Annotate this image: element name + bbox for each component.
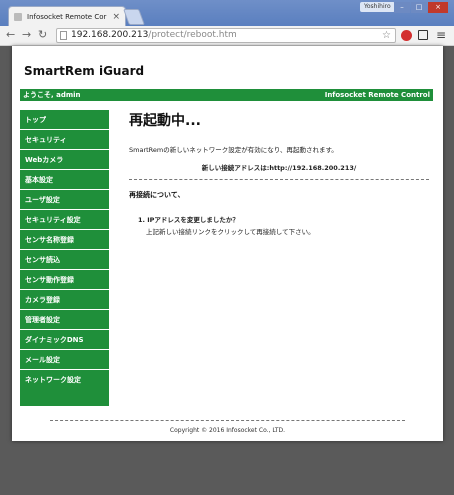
new-address: 新しい接続アドレスは:http://192.168.200.213/ bbox=[129, 162, 429, 172]
sidebar-item-sensor-actions[interactable]: センサ動作登録 bbox=[20, 270, 109, 290]
reboot-description: SmartRemの新しいネットワーク設定が有効になり、再起動されます。 bbox=[129, 146, 338, 154]
reload-icon[interactable]: ↻ bbox=[38, 28, 47, 41]
sidebar-item-camera-register[interactable]: カメラ登録 bbox=[20, 290, 109, 310]
sidebar-item-user-settings[interactable]: ユーザ設定 bbox=[20, 190, 109, 210]
url-path: /protect/reboot.htm bbox=[148, 30, 237, 40]
faq-question: 1. IPアドレスを変更しましたか？ bbox=[138, 216, 239, 224]
minimize-icon[interactable]: – bbox=[394, 2, 410, 13]
main-content: 再起動中... SmartRemの新しいネットワーク設定が有効になり、再起動され… bbox=[129, 110, 429, 236]
header-bar: ようこそ, admin Infosocket Remote Control bbox=[20, 89, 433, 101]
browser-titlebar: Infosocket Remote Cor × Yoshihiro – □ × bbox=[0, 0, 454, 26]
back-icon[interactable]: ← bbox=[6, 28, 15, 41]
browser-toolbar: ← → ↻ 192.168.200.213/protect/reboot.htm… bbox=[0, 26, 454, 46]
sidebar-item-network-settings[interactable]: ネットワーク設定 bbox=[20, 370, 109, 390]
menu-icon[interactable]: ≡ bbox=[436, 28, 446, 42]
forward-icon[interactable]: → bbox=[22, 28, 31, 41]
brand-title: SmartRem iGuard bbox=[24, 64, 145, 78]
new-address-label: 新しい接続アドレスは: bbox=[201, 164, 270, 172]
address-bar[interactable]: 192.168.200.213/protect/reboot.htm ☆ bbox=[56, 28, 396, 43]
browser-tab[interactable]: Infosocket Remote Cor × bbox=[8, 6, 126, 26]
favicon-icon bbox=[14, 13, 22, 21]
maximize-icon[interactable]: □ bbox=[411, 2, 427, 13]
tab-title: Infosocket Remote Cor bbox=[27, 13, 107, 21]
divider bbox=[129, 179, 429, 180]
web-page: SmartRem iGuard ようこそ, admin Infosocket R… bbox=[12, 46, 443, 441]
copyright: Copyright © 2016 Infosocket Co., LTD. bbox=[169, 427, 286, 434]
sidebar-nav: トップ セキュリティ Webカメラ 基本設定 ユーザ設定 セキュリティ設定 セン… bbox=[20, 110, 109, 406]
new-tab-button[interactable] bbox=[123, 9, 145, 25]
bookmark-star-icon[interactable]: ☆ bbox=[382, 29, 391, 42]
sidebar-item-security[interactable]: セキュリティ bbox=[20, 130, 109, 150]
sidebar-item-basic-settings[interactable]: 基本設定 bbox=[20, 170, 109, 190]
company-name: Infosocket Remote Control bbox=[324, 91, 430, 99]
new-address-link[interactable]: http://192.168.200.213/ bbox=[269, 164, 356, 172]
close-window-icon[interactable]: × bbox=[428, 2, 448, 13]
sidebar-item-mail-settings[interactable]: メール設定 bbox=[20, 350, 109, 370]
sidebar-item-security-settings[interactable]: セキュリティ設定 bbox=[20, 210, 109, 230]
reconnect-heading: 再接続について、 bbox=[129, 191, 185, 199]
sidebar-item-sensor-names[interactable]: センサ名称登録 bbox=[20, 230, 109, 250]
extension-icon[interactable] bbox=[401, 30, 412, 41]
url-host: 192.168.200.213 bbox=[71, 30, 149, 40]
sidebar-item-admin-settings[interactable]: 管理者設定 bbox=[20, 310, 109, 330]
sidebar-item-top[interactable]: トップ bbox=[20, 110, 109, 130]
footer-divider bbox=[50, 420, 405, 421]
window-user-badge[interactable]: Yoshihiro bbox=[360, 2, 395, 12]
faq-answer: 上記新しい接続リンクをクリックして再接続して下さい。 bbox=[146, 228, 315, 236]
page-icon bbox=[60, 31, 67, 40]
welcome-text: ようこそ, admin bbox=[23, 91, 81, 99]
page-title: 再起動中... bbox=[129, 113, 201, 129]
tab-close-icon[interactable]: × bbox=[112, 7, 120, 26]
window-controls: – □ × bbox=[393, 2, 448, 13]
sidebar-item-sensor-read[interactable]: センサ読込 bbox=[20, 250, 109, 270]
sidebar-item-webcam[interactable]: Webカメラ bbox=[20, 150, 109, 170]
sidebar-item-dynamic-dns[interactable]: ダイナミックDNS bbox=[20, 330, 109, 350]
download-icon[interactable] bbox=[418, 30, 428, 40]
faq-list: 1. IPアドレスを変更しましたか？ 上記新しい接続リンクをクリックして再接続し… bbox=[138, 214, 315, 236]
